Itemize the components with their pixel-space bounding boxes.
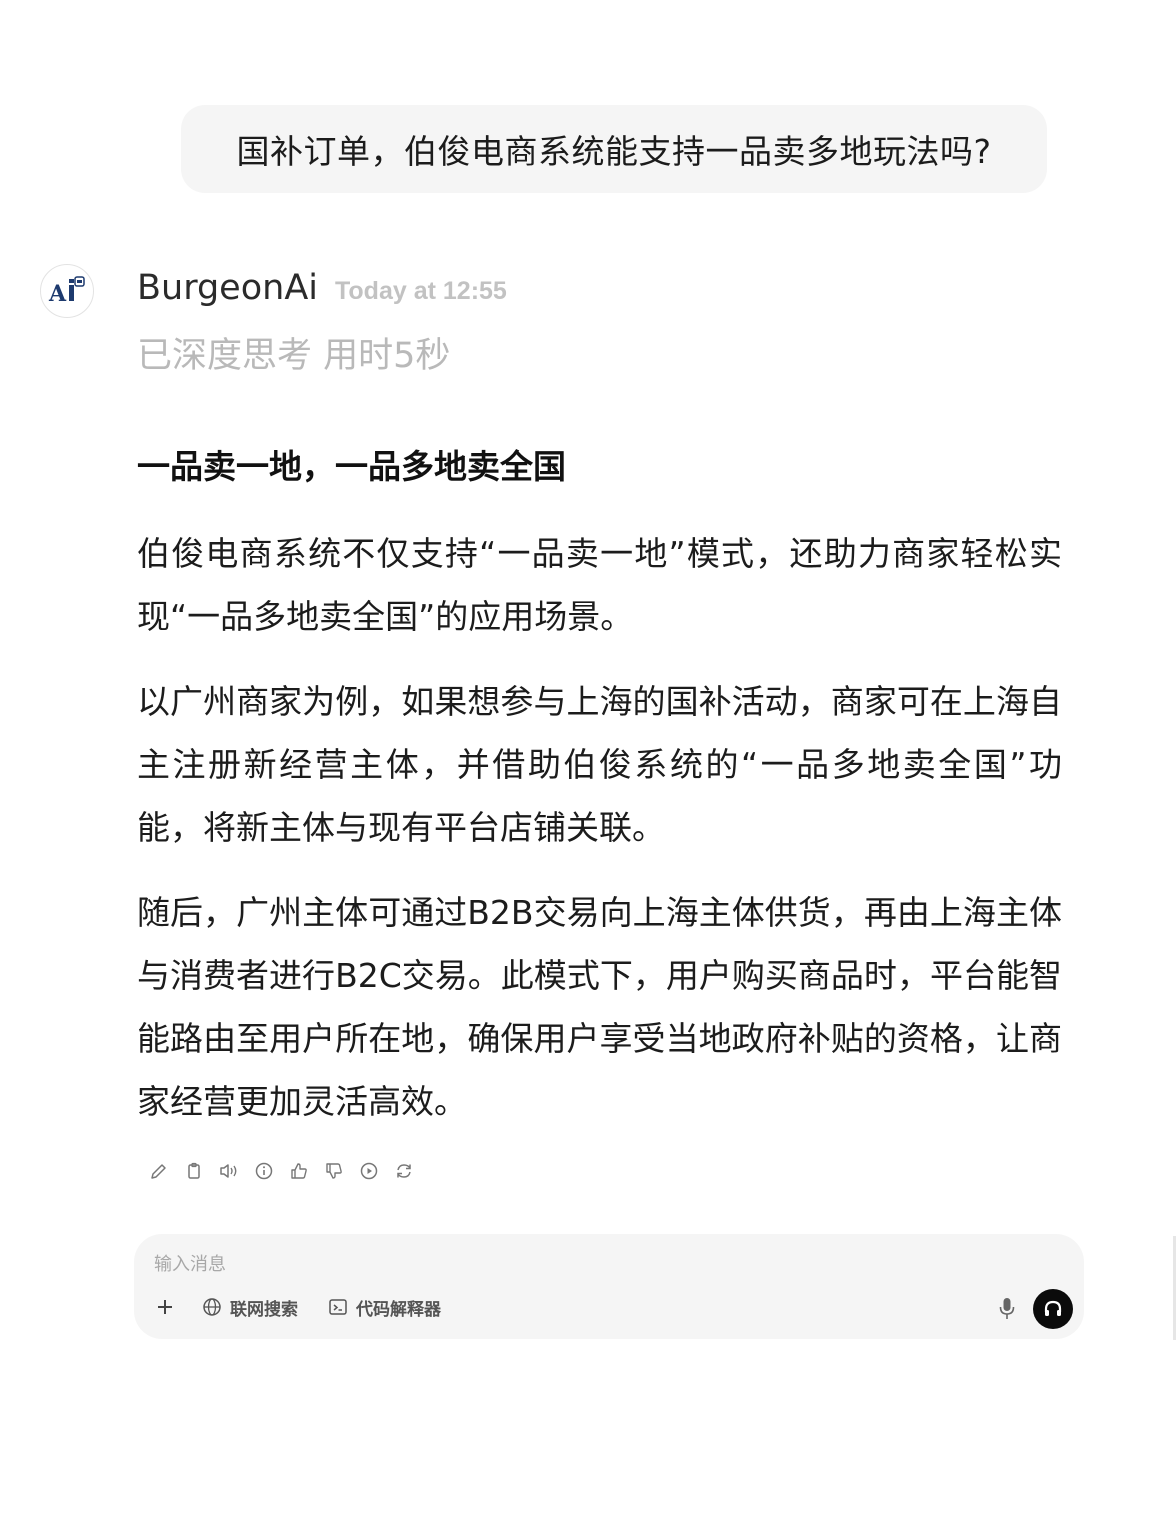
code-interpreter-label: 代码解释器: [356, 1299, 441, 1320]
code-interpreter-button[interactable]: 代码解释器: [328, 1295, 441, 1320]
svg-text:A: A: [48, 281, 67, 307]
user-message-bubble: 国补订单，伯俊电商系统能支持一品卖多地玩法吗?: [181, 105, 1047, 193]
web-search-button[interactable]: 联网搜索: [202, 1295, 298, 1320]
thinking-status[interactable]: 已深度思考 用时5秒: [137, 327, 450, 378]
response-paragraph: 随后，广州主体可通过B2B交易向上海主体供货，再由上海主体与消费者进行B2C交易…: [137, 893, 1062, 1121]
assistant-name: BurgeonAi: [137, 268, 318, 308]
voice-mode-button[interactable]: [1033, 1289, 1073, 1329]
response-paragraph: 伯俊电商系统不仅支持“一品卖一地”模式，还助力商家轻松实现“一品多地卖全国”的应…: [137, 534, 1062, 636]
plus-icon: [158, 1300, 172, 1314]
message-timestamp: Today at 12:55: [335, 277, 507, 305]
composer-tools: 联网搜索 代码解释器: [152, 1294, 471, 1320]
info-icon[interactable]: [253, 1158, 275, 1184]
user-message-text: 国补订单，伯俊电商系统能支持一品卖多地玩法吗?: [236, 132, 992, 171]
microphone-icon: [999, 1298, 1015, 1319]
copy-icon[interactable]: [183, 1158, 205, 1184]
ai-logo-icon: A: [48, 276, 85, 307]
assistant-avatar: A: [40, 264, 94, 318]
thumbs-up-icon[interactable]: [288, 1158, 310, 1184]
web-search-label: 联网搜索: [230, 1299, 298, 1320]
response-paragraph: 以广州商家为例，如果想参与上海的国补活动，商家可在上海自主注册新经营主体，并借助…: [137, 682, 1062, 847]
regenerate-icon[interactable]: [393, 1158, 415, 1184]
terminal-icon: [329, 1299, 347, 1315]
message-input[interactable]: [154, 1248, 954, 1280]
headphones-icon: [1044, 1300, 1062, 1316]
message-actions: [148, 1158, 415, 1184]
message-composer: 联网搜索 代码解释器: [134, 1234, 1084, 1339]
globe-icon: [203, 1298, 221, 1316]
edit-icon[interactable]: [148, 1158, 170, 1184]
response-heading: 一品卖一地，一品多地卖全国: [137, 447, 566, 486]
add-attachment-button[interactable]: [152, 1294, 178, 1320]
play-icon[interactable]: [358, 1158, 380, 1184]
speaker-icon[interactable]: [218, 1158, 240, 1184]
response-body: 伯俊电商系统不仅支持“一品卖一地”模式，还助力商家轻松实现“一品多地卖全国”的应…: [137, 522, 1062, 1155]
microphone-button[interactable]: [994, 1294, 1020, 1324]
thumbs-down-icon[interactable]: [323, 1158, 345, 1184]
